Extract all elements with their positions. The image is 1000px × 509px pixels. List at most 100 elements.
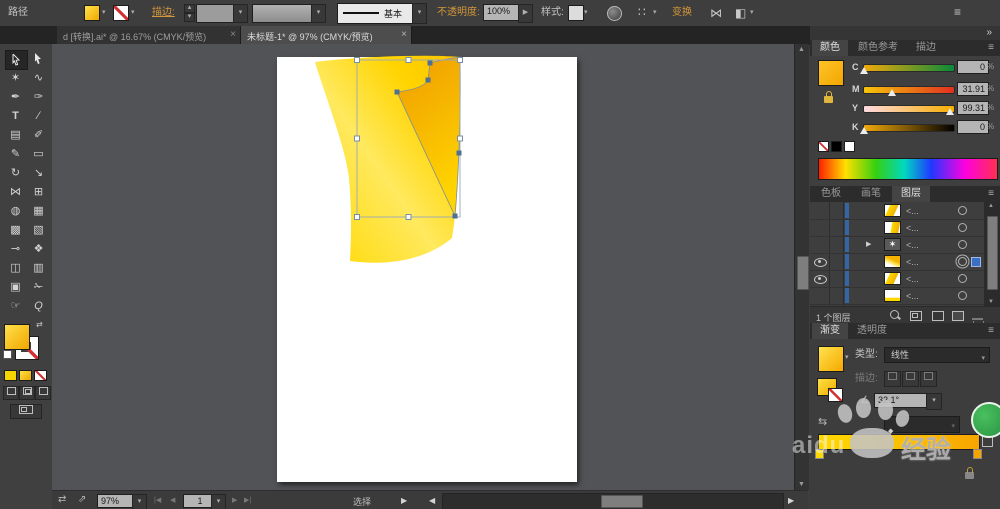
- tab-close-icon[interactable]: ×: [230, 29, 236, 40]
- fill-dropdown-icon[interactable]: ▾: [102, 8, 106, 16]
- brush-dropdown[interactable]: ▾: [412, 3, 427, 24]
- stroke-weight-dropdown[interactable]: ▾: [233, 4, 248, 23]
- stop-opacity-dropdown-disabled[interactable]: ▾: [884, 416, 960, 433]
- angle-dropdown[interactable]: ▾: [926, 393, 942, 410]
- new-layer-icon[interactable]: [952, 311, 964, 321]
- layer-thumbnail[interactable]: [884, 289, 901, 302]
- mesh-tool[interactable]: ▩: [5, 221, 26, 239]
- style-swatch[interactable]: [568, 5, 584, 21]
- artboard-dropdown[interactable]: ▾: [211, 494, 226, 509]
- default-fill-stroke-icon[interactable]: [3, 350, 12, 359]
- black-swatch[interactable]: [831, 141, 842, 152]
- layer-row-selected[interactable]: <...: [810, 253, 984, 271]
- opacity-link[interactable]: 不透明度:: [437, 7, 480, 19]
- yellow-slider-thumb[interactable]: [946, 108, 954, 115]
- opacity-play-button[interactable]: ▶: [518, 4, 533, 23]
- layer-thumbnail[interactable]: [884, 221, 901, 234]
- new-sublayer-icon[interactable]: [932, 311, 944, 321]
- draw-normal-mode-button[interactable]: [3, 386, 19, 400]
- layers-panel-menu-icon[interactable]: ≡: [988, 188, 994, 199]
- tab-transparency[interactable]: 透明度: [850, 323, 894, 339]
- opacity-field[interactable]: 100%: [483, 4, 521, 21]
- pencil-tool[interactable]: ✎: [5, 145, 26, 163]
- tab-color[interactable]: 颜色: [812, 40, 848, 56]
- none-swatch[interactable]: [818, 141, 829, 152]
- gradient-stroke-proxy[interactable]: [828, 388, 843, 402]
- clipping-mask-icon[interactable]: [910, 311, 922, 321]
- hscroll-right-arrow[interactable]: ▶: [788, 496, 794, 505]
- horizontal-scroll-thumb[interactable]: [601, 495, 643, 508]
- magenta-value-field[interactable]: 31.91: [957, 82, 989, 96]
- yellow-value-field[interactable]: 99.31: [957, 101, 989, 115]
- scroll-up-arrow[interactable]: ▲: [798, 46, 805, 53]
- screen-mode-button[interactable]: [10, 404, 42, 419]
- layer-thumbnail[interactable]: [884, 204, 901, 217]
- vertical-scroll-thumb[interactable]: [797, 256, 809, 290]
- free-transform-tool[interactable]: ⊞: [28, 183, 49, 201]
- layers-scroll-thumb[interactable]: [987, 216, 998, 290]
- pen-tool[interactable]: ✒: [5, 88, 26, 106]
- tab-swatches[interactable]: 色板: [812, 186, 850, 202]
- color-panel-menu-icon[interactable]: ≡: [988, 42, 994, 53]
- distribute-icon[interactable]: ◧: [735, 6, 746, 20]
- gradient-ramp[interactable]: [818, 434, 980, 450]
- perspective-grid-tool[interactable]: ▦: [28, 202, 49, 220]
- layer-row[interactable]: <...: [810, 219, 984, 237]
- tab-brushes[interactable]: 画笔: [852, 186, 890, 202]
- locate-object-icon[interactable]: [890, 310, 899, 319]
- color-button[interactable]: [4, 370, 17, 381]
- zoom-tool[interactable]: Q: [28, 297, 49, 315]
- reverse-gradient-icon[interactable]: ⇆: [818, 415, 827, 428]
- scale-tool[interactable]: ↘: [28, 164, 49, 182]
- magenta-slider-thumb[interactable]: [888, 89, 896, 96]
- tab-document-1[interactable]: d [转换].ai* @ 16.67% (CMYK/预览) ×: [57, 26, 241, 44]
- control-panel-menu-icon[interactable]: ≡: [954, 5, 961, 19]
- yellow-slider[interactable]: [863, 105, 955, 113]
- line-segment-tool[interactable]: ∕: [28, 107, 49, 125]
- stroke-gradient-within-button[interactable]: [884, 371, 901, 387]
- align-options-dropdown[interactable]: ▾: [653, 8, 657, 16]
- tab-stroke[interactable]: 描边: [908, 40, 944, 56]
- stroke-color-swatch[interactable]: [113, 5, 129, 21]
- visibility-eye-icon[interactable]: [814, 275, 827, 284]
- draw-behind-mode-button[interactable]: [19, 386, 35, 400]
- layer-row[interactable]: ▶ ✶ <...: [810, 236, 984, 254]
- layer-row[interactable]: <...: [810, 270, 984, 288]
- tab-close-icon[interactable]: ×: [401, 29, 407, 40]
- stroke-gradient-across-button[interactable]: [920, 371, 937, 387]
- magenta-slider[interactable]: [863, 86, 955, 94]
- layer-thumbnail[interactable]: [884, 255, 901, 268]
- prev-artboard-icon[interactable]: ◀: [170, 496, 175, 504]
- next-artboard-icon[interactable]: ▶: [232, 496, 237, 504]
- layer-thumbnail[interactable]: ✶: [884, 238, 901, 251]
- horizontal-scrollbar[interactable]: [442, 493, 784, 509]
- scroll-down-arrow[interactable]: ▼: [988, 299, 994, 305]
- none-button[interactable]: [34, 370, 47, 381]
- color-spectrum-bar[interactable]: [818, 158, 998, 180]
- history-arrows-icon[interactable]: ⇄: [58, 494, 66, 505]
- column-graph-tool[interactable]: ▥: [28, 259, 49, 277]
- fill-color-swatch[interactable]: [84, 5, 100, 21]
- swap-fill-stroke-icon[interactable]: ⇄: [36, 320, 43, 329]
- hand-tool[interactable]: ☞: [5, 297, 26, 315]
- layer-target-icon[interactable]: [958, 291, 967, 300]
- cyan-value-field[interactable]: 0: [957, 60, 989, 74]
- layer-target-icon[interactable]: [958, 274, 967, 283]
- slice-tool[interactable]: ✁: [28, 278, 49, 296]
- distribute-dropdown[interactable]: ▾: [750, 8, 754, 16]
- artboard-tool[interactable]: ▣: [5, 278, 26, 296]
- tab-layers[interactable]: 图层: [892, 186, 930, 202]
- lasso-tool[interactable]: ∿: [28, 69, 49, 87]
- width-profile-field[interactable]: [252, 4, 312, 23]
- layer-row[interactable]: <...: [810, 202, 984, 220]
- selection-tool[interactable]: [28, 50, 49, 68]
- gradient-type-dropdown[interactable]: 线性 ▾: [884, 347, 990, 363]
- layer-target-icon[interactable]: [958, 206, 967, 215]
- black-slider[interactable]: [863, 124, 955, 132]
- cyan-slider-thumb[interactable]: [860, 67, 868, 74]
- layer-target-icon-selected[interactable]: [958, 257, 967, 266]
- blend-tool[interactable]: ❖: [28, 240, 49, 258]
- layer-row[interactable]: <...: [810, 287, 984, 305]
- align-options-icon[interactable]: ∷: [638, 5, 646, 19]
- stroke-link[interactable]: 描边:: [152, 7, 175, 19]
